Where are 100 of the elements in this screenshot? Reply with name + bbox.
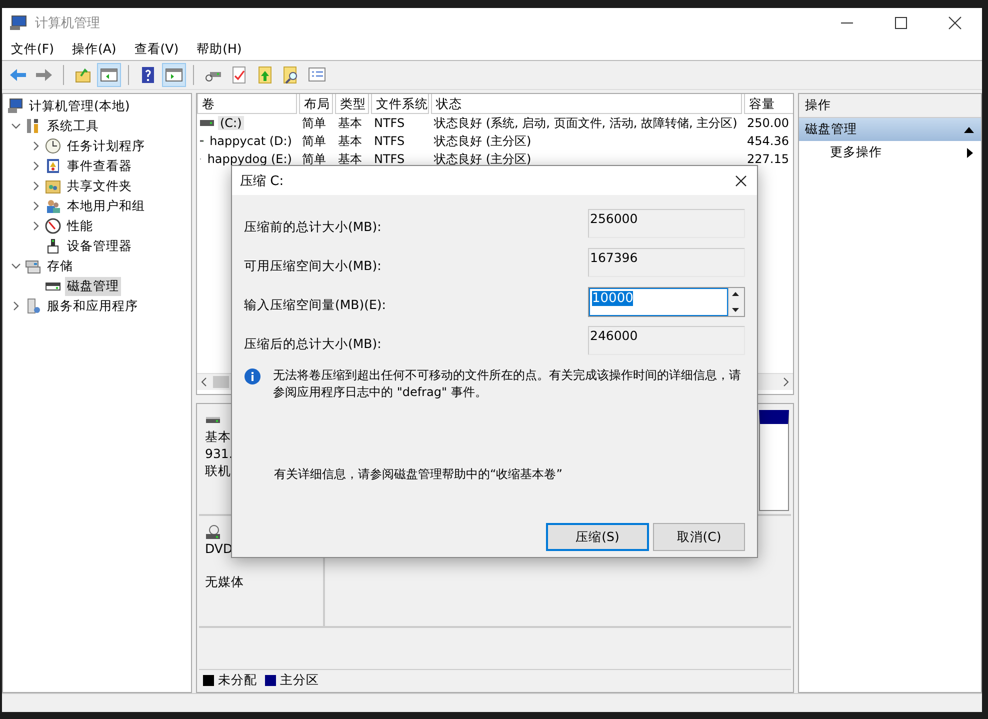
- actions-header: 操作: [799, 94, 981, 118]
- table-cell: 状态良好 (主分区): [434, 150, 532, 168]
- column-header[interactable]: 卷: [197, 94, 297, 114]
- action-section[interactable]: 磁盘管理: [799, 118, 981, 141]
- scroll-thumb[interactable]: [213, 376, 229, 388]
- checklist-icon: [230, 66, 248, 84]
- maximize-icon[interactable]: [894, 16, 908, 30]
- legend-label: 主分区: [280, 672, 319, 688]
- chevron-icon[interactable]: [31, 161, 41, 171]
- disk-info: DVD: [205, 541, 233, 557]
- disk-info: 基本: [205, 429, 231, 445]
- disk-info: 联机: [205, 463, 231, 479]
- chevron-icon[interactable]: [31, 221, 41, 231]
- disk-info: 无媒体: [205, 574, 244, 590]
- dialog-button[interactable]: 取消(C): [653, 523, 745, 551]
- server-icon: [25, 298, 41, 314]
- dialog-title: 压缩 C:: [240, 172, 284, 190]
- tree-item[interactable]: 性能: [65, 216, 95, 236]
- chevron-icon[interactable]: [11, 121, 21, 131]
- info-icon: [244, 368, 261, 385]
- volume-name[interactable]: happycat (D:): [208, 134, 294, 148]
- table-cell: 基本: [338, 150, 362, 168]
- tree-item[interactable]: 设备管理器: [65, 236, 134, 256]
- tree-item[interactable]: 服务和应用程序: [45, 296, 140, 316]
- table-cell: 基本: [338, 132, 362, 150]
- table-cell: 227.15: [747, 152, 789, 166]
- storage-icon: [25, 258, 41, 274]
- close-icon[interactable]: [735, 174, 747, 186]
- toolbar-button[interactable]: [162, 63, 186, 87]
- table-cell: NTFS: [374, 134, 405, 148]
- window-title: 计算机管理: [35, 15, 100, 32]
- chevron-icon[interactable]: [31, 201, 41, 211]
- chevron-icon[interactable]: [31, 141, 41, 151]
- device-icon: [45, 238, 61, 254]
- table-cell: 250.00: [747, 116, 789, 130]
- tree-item[interactable]: 系统工具: [45, 116, 101, 136]
- column-header[interactable]: 布局: [299, 94, 333, 114]
- list-icon: [308, 66, 326, 84]
- folder-icon: [45, 178, 61, 194]
- field-label: 压缩前的总计大小(MB):: [244, 219, 382, 236]
- readonly-field: 246000: [588, 326, 745, 355]
- action-item[interactable]: 更多操作: [830, 144, 882, 161]
- help-text: 有关详细信息，请参阅磁盘管理帮助中的“收缩基本卷”: [274, 466, 564, 483]
- table-cell: NTFS: [374, 152, 405, 166]
- chevron-icon[interactable]: [11, 301, 21, 311]
- field-label: 压缩后的总计大小(MB):: [244, 336, 382, 353]
- chevron-icon[interactable]: [31, 181, 41, 191]
- menu-item[interactable]: 查看(V): [134, 40, 179, 58]
- computer-icon: [9, 15, 27, 31]
- field-label: 输入压缩空间量(MB)(E):: [244, 297, 386, 314]
- tree-item[interactable]: 存储: [45, 256, 75, 276]
- table-cell: 454.36: [747, 134, 789, 148]
- help-icon: [139, 66, 157, 84]
- table-cell: 简单: [302, 114, 326, 132]
- close-icon[interactable]: [948, 16, 962, 30]
- tree-item[interactable]: 事件查看器: [65, 156, 134, 176]
- find-icon: [282, 66, 300, 84]
- readonly-field: 167396: [588, 248, 745, 277]
- menu-item[interactable]: 文件(F): [11, 40, 54, 58]
- tools-icon: [25, 118, 41, 134]
- partition-block[interactable]: [759, 410, 789, 511]
- readonly-field: 256000: [588, 209, 745, 238]
- clock-icon: [45, 138, 61, 154]
- tree-item[interactable]: 任务计划程序: [65, 136, 147, 156]
- column-header[interactable]: 类型: [335, 94, 369, 114]
- table-cell: 简单: [302, 150, 326, 168]
- gauge-icon: [45, 218, 61, 234]
- users-icon: [45, 198, 61, 214]
- folder-up-icon: [74, 66, 92, 84]
- volume-name[interactable]: (C:): [218, 116, 244, 130]
- menu-item[interactable]: 帮助(H): [196, 40, 242, 58]
- toolbar-button[interactable]: [97, 63, 121, 87]
- log-icon: [45, 158, 61, 174]
- tree-item[interactable]: 磁盘管理: [65, 276, 121, 296]
- collapse-icon[interactable]: [963, 126, 975, 134]
- dialog-button[interactable]: 压缩(S): [546, 523, 649, 551]
- computer-icon: [7, 98, 23, 114]
- table-cell: 简单: [302, 132, 326, 150]
- disc-drive-icon: [205, 524, 221, 540]
- tree-item[interactable]: 共享文件夹: [65, 176, 134, 196]
- disk-info: 931.: [205, 446, 233, 462]
- field-label: 可用压缩空间大小(MB):: [244, 258, 382, 275]
- pane-icon: [100, 66, 118, 84]
- legend-label: 未分配: [218, 672, 257, 688]
- back-arrow-icon: [9, 66, 27, 84]
- chevron-icon[interactable]: [11, 261, 21, 271]
- volume-name[interactable]: happydog (E:): [205, 152, 294, 166]
- table-cell: 状态良好 (系统, 启动, 页面文件, 活动, 故障转储, 主分区): [434, 114, 738, 132]
- submenu-arrow-icon: [967, 148, 973, 158]
- export-icon: [256, 66, 274, 84]
- table-cell: 基本: [338, 114, 362, 132]
- table-cell: NTFS: [374, 116, 405, 130]
- tree-item[interactable]: 计算机管理(本地): [27, 96, 132, 116]
- column-header[interactable]: 状态: [431, 94, 742, 114]
- menu-item[interactable]: 操作(A): [72, 40, 116, 58]
- table-cell: 状态良好 (主分区): [434, 132, 532, 150]
- spin-field[interactable]: 10000: [588, 287, 745, 317]
- pane-icon: [165, 66, 183, 84]
- tree-item[interactable]: 本地用户和组: [65, 196, 147, 216]
- column-header[interactable]: 文件系统: [371, 94, 429, 114]
